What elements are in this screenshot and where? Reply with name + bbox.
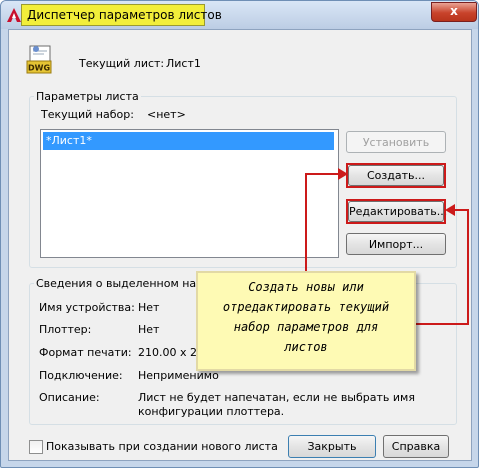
current-sheet-label: Текущий лист: xyxy=(79,57,165,70)
new-button-highlight xyxy=(346,163,446,188)
note-line-1: Создать новы или xyxy=(248,280,364,294)
current-sheet-value: Лист1 xyxy=(166,57,201,70)
annotation-line-vertical-right xyxy=(467,209,469,325)
current-set-label: Текущий набор: xyxy=(41,108,134,121)
close-button[interactable]: Закрыть xyxy=(288,435,376,458)
set-current-button[interactable]: Установить xyxy=(346,131,446,153)
annotation-line-note-right xyxy=(416,323,469,325)
note-line-3: набор параметров для xyxy=(233,320,379,334)
annotation-note: Создать новы или отредактировать текущий… xyxy=(196,271,416,371)
paper-size-value: 210.00 x 29 xyxy=(138,346,204,359)
current-set-value: <нет> xyxy=(147,108,186,121)
device-name-label: Имя устройства: xyxy=(39,301,135,314)
show-on-new-layout-label[interactable]: Показывать при создании нового листа xyxy=(46,440,278,453)
close-window-button[interactable]: x xyxy=(431,2,477,22)
where-label: Подключение: xyxy=(39,369,123,382)
list-item[interactable]: *Лист1* xyxy=(43,132,334,150)
autocad-a-icon[interactable] xyxy=(6,7,22,23)
dwg-file-icon: DWG xyxy=(26,45,52,74)
dwg-icon-text: DWG xyxy=(28,64,50,73)
page-setup-manager-window: Диспетчер параметров листов x DWG Текущи… xyxy=(0,0,479,468)
description-value: Лист не будет напечатан, если не выбрать… xyxy=(138,391,415,404)
description-value-line2: конфигурации плоттера. xyxy=(138,405,285,418)
import-button[interactable]: Импорт... xyxy=(346,233,446,255)
description-label: Описание: xyxy=(39,391,100,404)
page-setups-list[interactable]: *Лист1* xyxy=(40,129,339,258)
note-line-4: листов xyxy=(284,340,328,354)
arrow-right-icon xyxy=(338,168,348,180)
page-setups-group-title: Параметры листа xyxy=(34,90,141,103)
title-bar[interactable]: Диспетчер параметров листов x xyxy=(1,1,478,29)
modify-button-highlight xyxy=(346,199,446,224)
arrow-left-icon xyxy=(445,204,455,216)
note-line-2: отредактировать текущий xyxy=(222,300,390,314)
paper-size-label: Формат печати: xyxy=(39,346,132,359)
plotter-label: Плоттер: xyxy=(39,323,92,336)
title-highlight: Диспетчер параметров листов xyxy=(21,4,222,26)
help-button[interactable]: Справка xyxy=(383,435,449,458)
plotter-value: Нет xyxy=(138,323,160,336)
annotation-line-vertical-left xyxy=(305,173,307,274)
device-name-value: Нет xyxy=(138,301,160,314)
show-on-new-layout-checkbox[interactable] xyxy=(29,440,43,454)
window-title: Диспетчер параметров листов xyxy=(27,8,222,22)
